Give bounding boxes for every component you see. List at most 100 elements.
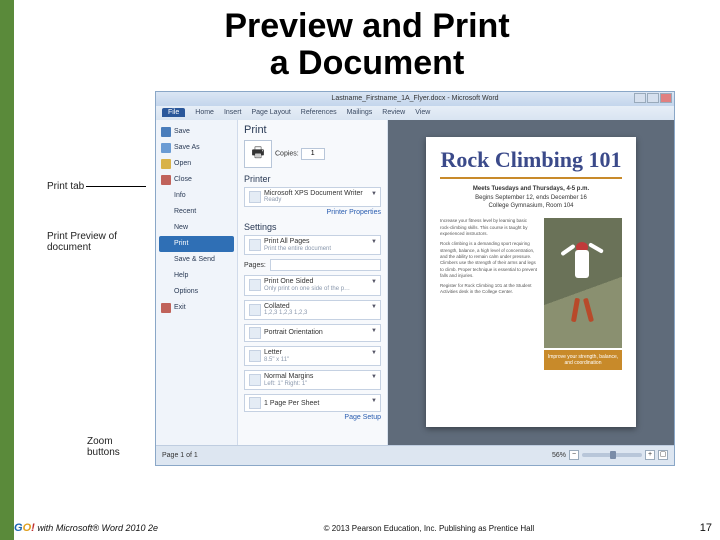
nav-recent[interactable]: Recent — [159, 204, 234, 220]
printer-heading: Printer — [244, 174, 381, 184]
zoom-out-button[interactable]: − — [569, 450, 579, 460]
collate-icon — [249, 304, 261, 316]
backstage-nav: Save Save As Open Close Info Recent New … — [156, 120, 238, 445]
new-icon — [161, 223, 171, 233]
select-main: Normal Margins — [264, 373, 313, 380]
select-main: Print One Sided — [264, 278, 313, 285]
ribbon-tab[interactable]: View — [415, 109, 430, 116]
zoom-in-button[interactable]: + — [645, 450, 655, 460]
nav-label: Recent — [174, 208, 196, 215]
preview-page: Rock Climbing 101 Meets Tuesdays and Thu… — [426, 137, 636, 427]
callout-preview: Print Preview of document — [47, 231, 147, 253]
nav-exit[interactable]: Exit — [159, 300, 234, 316]
sided-select[interactable]: Print One SidedOnly print on one side of… — [244, 275, 381, 295]
print-preview-pane: Rock Climbing 101 Meets Tuesdays and Thu… — [388, 120, 674, 445]
select-main: Collated — [264, 303, 290, 310]
chevron-down-icon: ▼ — [371, 239, 377, 245]
pages-input[interactable] — [270, 259, 381, 271]
close-button[interactable] — [660, 93, 672, 103]
ribbon-tab[interactable]: Home — [195, 109, 214, 116]
zoom-slider[interactable] — [582, 453, 642, 457]
print-button[interactable]: 🖶 — [244, 140, 272, 168]
nav-options[interactable]: Options — [159, 284, 234, 300]
page-indicator: Page 1 of 1 — [162, 452, 198, 459]
select-main: Letter — [264, 349, 282, 356]
nav-save[interactable]: Save — [159, 124, 234, 140]
ribbon-tab[interactable]: References — [301, 109, 337, 116]
word-window: Lastname_Firstname_1A_Flyer.docx - Micro… — [155, 91, 675, 466]
margins-select[interactable]: Normal MarginsLeft: 1" Right: 1" ▼ — [244, 370, 381, 390]
printer-name: Microsoft XPS Document Writer — [264, 190, 363, 197]
callout-zoom: Zoom buttons — [87, 436, 147, 458]
nav-label: Help — [174, 272, 188, 279]
collated-select[interactable]: Collated1,2,3 1,2,3 1,2,3 ▼ — [244, 300, 381, 320]
document-icon — [249, 239, 261, 251]
select-main: 1 Page Per Sheet — [264, 400, 319, 407]
ribbon-tab[interactable]: Mailings — [347, 109, 373, 116]
open-icon — [161, 159, 171, 169]
printer-properties-link[interactable]: Printer Properties — [244, 209, 381, 216]
print-settings-pane: Print 🖶 Copies: Printer Microsoft XPS Do… — [238, 120, 388, 445]
printer-select[interactable]: Microsoft XPS Document WriterReady ▼ — [244, 187, 381, 207]
nav-close[interactable]: Close — [159, 172, 234, 188]
papersize-select[interactable]: Letter8.5" x 11" ▼ — [244, 346, 381, 366]
maximize-button[interactable] — [647, 93, 659, 103]
callout-print-tab: Print tab — [47, 181, 146, 192]
sheet-icon — [249, 397, 261, 409]
chevron-down-icon: ▼ — [371, 350, 377, 356]
printer-status: Ready — [264, 197, 363, 204]
nav-new[interactable]: New — [159, 220, 234, 236]
slide-footer: GO! with Microsoft® Word 2010 2e © 2013 … — [14, 522, 712, 534]
file-tab[interactable]: File — [162, 108, 185, 117]
callout-label: Print Preview of document — [47, 231, 117, 253]
ribbon-tab[interactable]: Review — [382, 109, 405, 116]
flyer-dates: Begins September 12, ends December 16 — [440, 194, 622, 202]
page-setup-link[interactable]: Page Setup — [244, 414, 381, 421]
zoom-controls: 56% − + ▢ — [552, 450, 668, 460]
slide-title: Preview and Printa Document — [224, 8, 509, 83]
select-sub: Left: 1" Right: 1" — [264, 381, 313, 388]
footer-copyright: © 2013 Pearson Education, Inc. Publishin… — [324, 524, 534, 533]
nav-label: Save As — [174, 144, 200, 151]
ribbon-tab[interactable]: Insert — [224, 109, 242, 116]
minimize-button[interactable] — [634, 93, 646, 103]
flyer-location: College Gymnasium, Room 104 — [440, 202, 622, 210]
exit-icon — [161, 303, 171, 313]
select-sub: 1,2,3 1,2,3 1,2,3 — [264, 310, 307, 317]
chevron-down-icon: ▼ — [371, 374, 377, 380]
orientation-select[interactable]: Portrait Orientation ▼ — [244, 324, 381, 342]
nav-info[interactable]: Info — [159, 188, 234, 204]
nav-help[interactable]: Help — [159, 268, 234, 284]
chevron-down-icon: ▼ — [371, 398, 377, 404]
pps-select[interactable]: 1 Page Per Sheet ▼ — [244, 394, 381, 412]
copies-label: Copies: — [275, 150, 299, 157]
select-sub: 8.5" x 11" — [264, 357, 289, 364]
nav-print[interactable]: Print — [159, 236, 234, 252]
select-sub: Print the entire document — [264, 246, 331, 253]
select-main: Portrait Orientation — [264, 329, 323, 336]
nav-label: Open — [174, 160, 191, 167]
save-as-icon — [161, 143, 171, 153]
slide-number: 17 — [700, 522, 712, 534]
fit-page-button[interactable]: ▢ — [658, 450, 668, 460]
select-main: Print All Pages — [264, 238, 310, 245]
recent-icon — [161, 207, 171, 217]
share-icon — [161, 255, 171, 265]
chevron-down-icon: ▼ — [371, 328, 377, 334]
nav-label: Info — [174, 192, 186, 199]
settings-heading: Settings — [244, 222, 381, 232]
callout-label: Zoom buttons — [87, 436, 120, 458]
nav-label: Exit — [174, 304, 186, 311]
select-sub: Only print on one side of the p… — [264, 286, 350, 293]
nav-save-as[interactable]: Save As — [159, 140, 234, 156]
ribbon: File Home Insert Page Layout References … — [156, 106, 674, 120]
scope-select[interactable]: Print All PagesPrint the entire document… — [244, 235, 381, 255]
nav-label: Print — [174, 240, 188, 247]
copies-input[interactable] — [301, 148, 325, 160]
ribbon-tab[interactable]: Page Layout — [251, 109, 290, 116]
print-icon — [161, 239, 171, 249]
callout-label: Print tab — [47, 181, 84, 192]
nav-save-send[interactable]: Save & Send — [159, 252, 234, 268]
titlebar: Lastname_Firstname_1A_Flyer.docx - Micro… — [156, 92, 674, 106]
nav-open[interactable]: Open — [159, 156, 234, 172]
